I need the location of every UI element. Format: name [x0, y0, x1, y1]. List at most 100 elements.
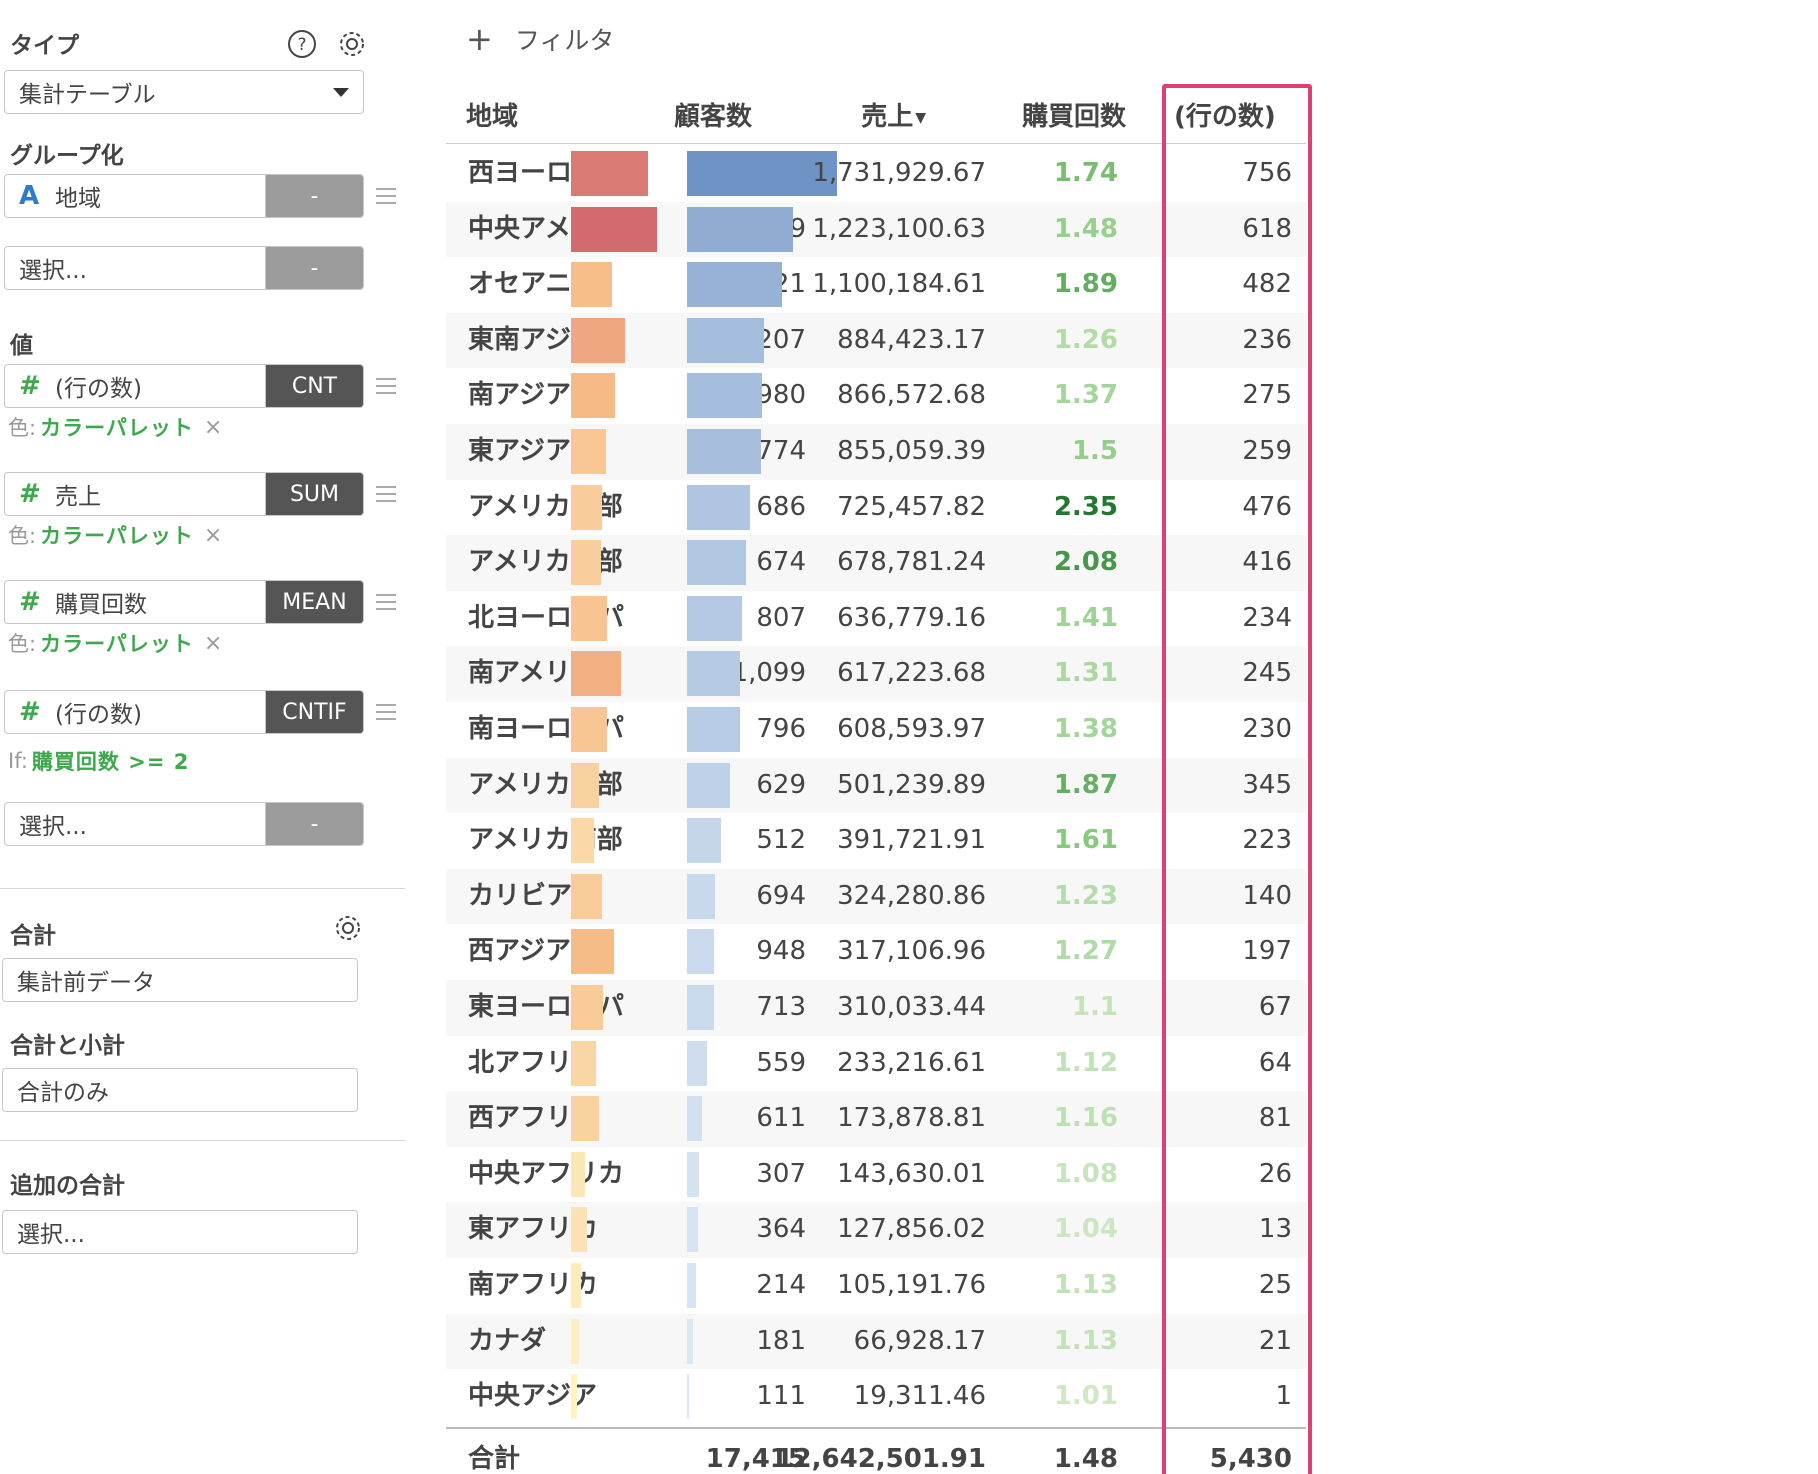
purchases-cell: 1.74 — [1053, 158, 1118, 188]
sales-cell: 678,781.24 — [837, 547, 986, 578]
color-palette-link[interactable]: カラーパレット — [40, 412, 194, 442]
values-select-agg-button[interactable]: - — [265, 803, 363, 845]
subtotal-select-value: 合計のみ — [17, 1080, 109, 1106]
subtotal-select[interactable]: 合計のみ — [2, 1068, 358, 1112]
extra-total-select[interactable]: 選択... — [2, 1210, 358, 1254]
value-agg-button[interactable]: CNT — [265, 365, 363, 407]
subtotal-label: 合計と小計 — [10, 1033, 125, 1059]
number-type-icon: # — [19, 587, 41, 617]
value-color-line: 色: カラーパレット × — [8, 520, 222, 550]
sales-cell: 608,593.97 — [837, 714, 986, 744]
sales-bar — [687, 1374, 689, 1420]
condition-prefix: If: — [8, 749, 28, 773]
number-type-icon: # — [19, 479, 41, 509]
text-type-icon: A — [19, 181, 40, 211]
sales-cell: 866,572.68 — [837, 380, 986, 411]
value-agg-button[interactable]: SUM — [265, 473, 363, 515]
values-select-placeholder: 選択... — [19, 814, 87, 840]
color-prefix: 色: — [8, 632, 37, 656]
sales-bar — [687, 873, 716, 919]
region-cell: 東アジア — [468, 436, 571, 466]
value-agg-button[interactable]: CNTIF — [265, 691, 363, 733]
value-agg-button[interactable]: MEAN — [265, 581, 363, 623]
purchases-cell: 1.12 — [1053, 1047, 1118, 1078]
purchases-cell: 1.01 — [1053, 1381, 1118, 1412]
close-icon[interactable]: × — [204, 631, 222, 656]
purchases-cell: 1.5 — [1071, 436, 1118, 466]
sales-bar — [687, 929, 715, 975]
purchases-cell: 1.41 — [1053, 602, 1118, 633]
column-highlight-box — [1162, 84, 1312, 1474]
group-field-row[interactable]: A 地域 - — [4, 174, 364, 218]
sales-cell: 173,878.81 — [837, 1103, 986, 1134]
divider — [0, 888, 405, 889]
color-prefix: 色: — [8, 524, 37, 548]
drag-handle-icon[interactable] — [376, 704, 396, 720]
drag-handle-icon[interactable] — [376, 378, 396, 394]
purchases-cell: 1.38 — [1053, 714, 1118, 744]
value-field-row-1[interactable]: # (行の数) CNT — [4, 364, 364, 408]
sales-cell: 127,856.02 — [837, 1214, 986, 1245]
sales-cell: 1,731,929.67 — [812, 158, 986, 188]
purchases-cell: 1.31 — [1053, 658, 1118, 689]
customers-bar — [571, 818, 595, 864]
close-icon[interactable]: × — [204, 415, 222, 440]
sales-bar — [687, 1040, 708, 1086]
sales-cell: 310,033.44 — [837, 992, 986, 1022]
sales-cell: 1,100,184.61 — [812, 269, 986, 300]
close-icon[interactable]: × — [204, 523, 222, 548]
region-cell: 南アジア — [468, 380, 571, 411]
value-field-row-3[interactable]: # 購買回数 MEAN — [4, 580, 364, 624]
customers-bar — [571, 1207, 588, 1253]
group-select[interactable]: 選択... - — [4, 246, 364, 290]
color-prefix: 色: — [8, 416, 37, 440]
values-select[interactable]: 選択... - — [4, 802, 364, 846]
sales-bar — [687, 762, 731, 808]
region-cell: カナダ — [468, 1325, 547, 1356]
color-palette-link[interactable]: カラーパレット — [40, 520, 194, 550]
sales-cell: 143,630.01 — [837, 1158, 986, 1189]
header-region[interactable]: 地域 — [466, 96, 518, 133]
region-cell: 中央アジア — [468, 1381, 597, 1412]
sales-bar — [687, 651, 741, 697]
total-select[interactable]: 集計前データ — [2, 958, 358, 1002]
drag-handle-icon[interactable] — [376, 594, 396, 610]
group-field-agg-button[interactable]: - — [265, 175, 363, 217]
sales-bar — [687, 595, 743, 641]
gear-icon[interactable] — [332, 912, 364, 944]
number-type-icon: # — [19, 371, 41, 401]
purchases-cell: 1.61 — [1053, 825, 1118, 856]
drag-handle-icon[interactable] — [376, 486, 396, 502]
header-customers[interactable]: 顧客数 — [674, 96, 752, 133]
customers-bar — [571, 1263, 581, 1308]
totals-label: 合計 — [468, 1443, 521, 1474]
group-label: グループ化 — [10, 143, 124, 169]
color-palette-link[interactable]: カラーパレット — [40, 628, 194, 658]
chevron-down-icon — [333, 88, 349, 97]
value-field-row-2[interactable]: # 売上 SUM — [4, 472, 364, 516]
add-filter-button[interactable]: + フィルタ — [466, 20, 614, 58]
sales-cell: 66,928.17 — [853, 1325, 986, 1356]
sales-cell: 391,721.91 — [837, 825, 986, 856]
purchases-cell: 2.35 — [1053, 491, 1118, 522]
type-select[interactable]: 集計テーブル — [4, 70, 364, 114]
values-label: 値 — [10, 333, 33, 359]
help-icon[interactable]: ? — [286, 28, 318, 60]
sort-down-icon[interactable]: ▼ — [915, 110, 926, 126]
value-field-row-4[interactable]: # (行の数) CNTIF — [4, 690, 364, 734]
totals-purchases: 1.48 — [1053, 1443, 1118, 1474]
sales-cell: 233,216.61 — [837, 1047, 986, 1078]
purchases-cell: 1.26 — [1053, 324, 1118, 355]
value-color-line: 色: カラーパレット × — [8, 628, 222, 658]
value-color-line: 色: カラーパレット × — [8, 412, 222, 442]
header-purchases[interactable]: 購買回数 — [1022, 96, 1126, 133]
extra-total-placeholder: 選択... — [17, 1222, 85, 1248]
drag-handle-icon[interactable] — [376, 188, 396, 204]
purchases-cell: 1.87 — [1053, 769, 1118, 800]
sales-bar — [687, 1096, 703, 1142]
group-select-agg-button[interactable]: - — [265, 247, 363, 289]
group-field-name: 地域 — [55, 186, 101, 212]
purchases-cell: 1.48 — [1053, 213, 1118, 244]
condition-link[interactable]: 購買回数 >= 2 — [32, 746, 189, 776]
gear-icon[interactable] — [336, 28, 368, 60]
